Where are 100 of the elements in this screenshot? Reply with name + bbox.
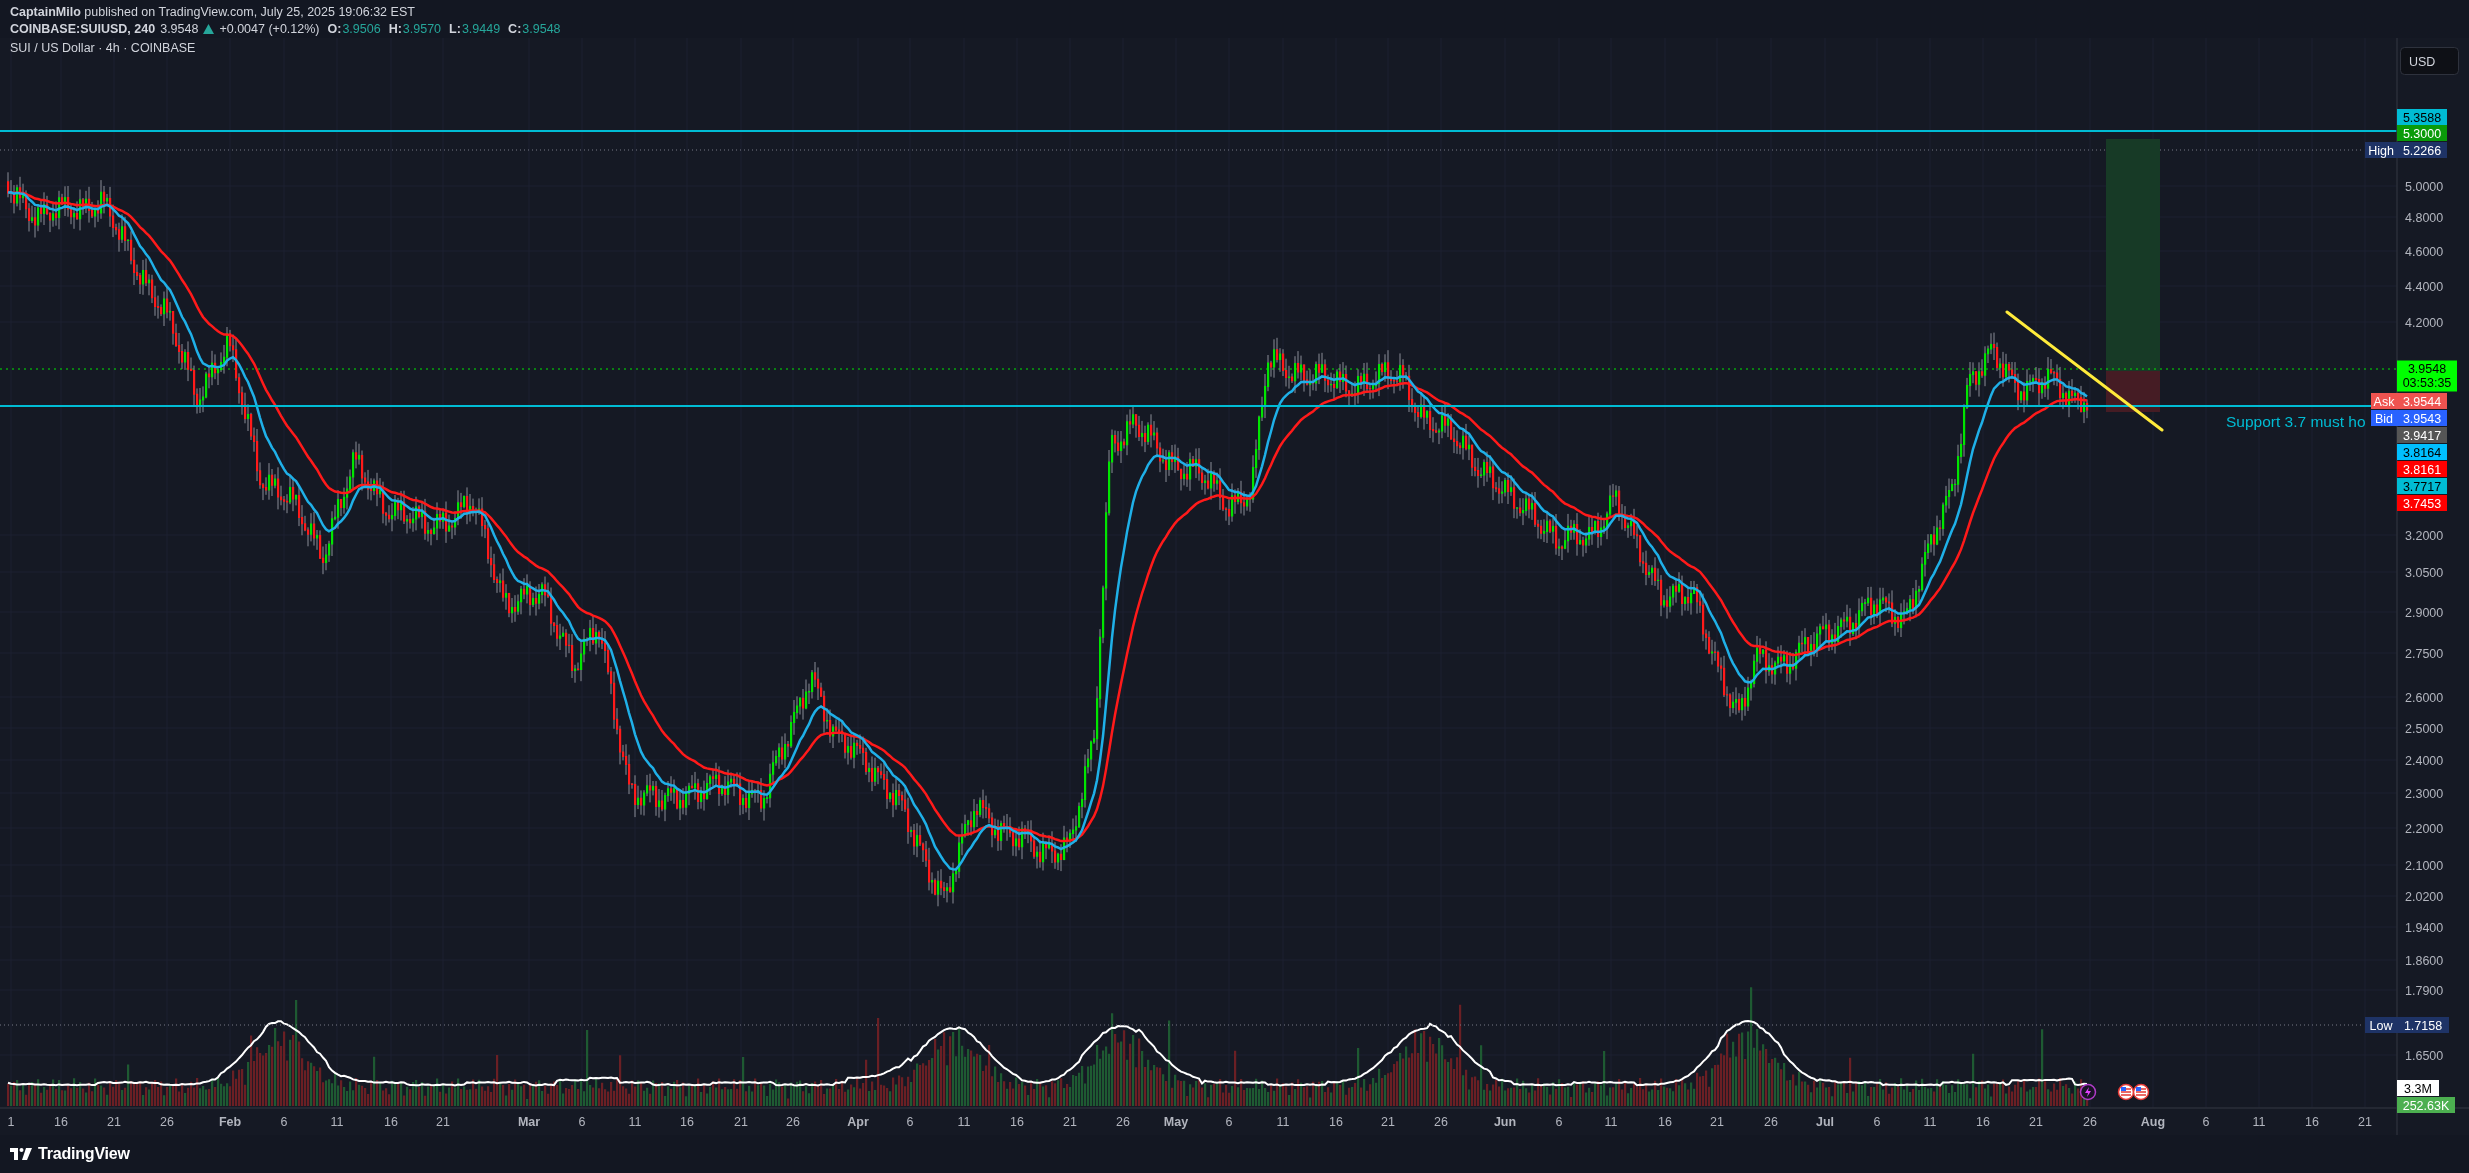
price-change: +0.0047 (+0.12%) <box>219 21 320 36</box>
price-axis-label: 5.0000 <box>2405 179 2444 194</box>
time-axis-label: 6 <box>280 1115 288 1129</box>
time-axis-label: 16 <box>680 1115 694 1129</box>
price-line-label: Ask <box>2371 393 2397 409</box>
time-axis-label: 6 <box>1555 1115 1563 1129</box>
price-tag: 5.2266 <box>2397 142 2447 158</box>
price-tag: 3.7453 <box>2397 495 2447 511</box>
price-axis-label: 2.7500 <box>2405 646 2444 661</box>
time-axis-label: 21 <box>2029 1115 2043 1129</box>
price-axis-label: 2.6000 <box>2405 690 2444 705</box>
currency-button[interactable]: USD <box>2400 47 2459 75</box>
ohlc-value: 3.9449 <box>461 21 501 36</box>
time-axis-label: 21 <box>1381 1115 1395 1129</box>
ohlc-value: 3.9570 <box>402 21 442 36</box>
price-axis-label: 2.2000 <box>2405 821 2444 836</box>
time-axis-label: 11 <box>628 1115 642 1129</box>
flag-icon[interactable] <box>2117 1083 2135 1101</box>
price-line-label: Low <box>2365 1017 2397 1033</box>
price-axis-label: 4.8000 <box>2405 210 2444 225</box>
time-axis-label: Mar <box>517 1115 541 1129</box>
time-axis-label: 26 <box>2083 1115 2097 1129</box>
price-axis-label: 4.2000 <box>2405 315 2444 330</box>
time-axis-label: Jun <box>1493 1115 1517 1129</box>
time-axis-label: 21 <box>1063 1115 1077 1129</box>
flag-icon[interactable] <box>2132 1083 2150 1101</box>
price-tag: 1.7158 <box>2397 1017 2449 1033</box>
time-axis-label: 6 <box>906 1115 914 1129</box>
time-axis-label: 6 <box>1873 1115 1881 1129</box>
price-axis-label: 2.3000 <box>2405 786 2444 801</box>
time-axis-label: 16 <box>1010 1115 1024 1129</box>
time-axis-label: 11 <box>1604 1115 1618 1129</box>
time-axis-label: Apr <box>847 1115 869 1129</box>
time-axis-label: 11 <box>1276 1115 1290 1129</box>
logo-text: TradingView <box>38 1145 130 1163</box>
price-axis-label: 2.4000 <box>2405 753 2444 768</box>
time-axis-label: 11 <box>330 1115 344 1129</box>
chart-title: SUI / US Dollar · 4h · COINBASE <box>10 41 196 55</box>
price-tag: 3.9548 03:53:35 <box>2397 360 2457 392</box>
price-tag: 3.9543 <box>2397 410 2447 426</box>
lightning-icon[interactable] <box>2079 1083 2097 1101</box>
time-axis-label: 21 <box>1710 1115 1724 1129</box>
price-tag: 3.8161 <box>2397 461 2447 477</box>
price-tag: 3.7717 <box>2397 478 2447 494</box>
last-price: 3.9548 <box>160 21 199 36</box>
time-axis-label: Jul <box>1815 1115 1835 1129</box>
price-tag: 3.9417 <box>2397 427 2447 443</box>
logo-icon <box>10 1148 32 1160</box>
price-axis-label: 2.9000 <box>2405 605 2444 620</box>
annotation-text: Support 3.7 must ho <box>2226 413 2366 430</box>
time-axis-label: 21 <box>107 1115 121 1129</box>
price-axis-label: 3.2000 <box>2405 528 2444 543</box>
time-axis-label: 16 <box>384 1115 398 1129</box>
price-axis-label: 4.6000 <box>2405 244 2444 259</box>
ohlc-label: L: <box>449 21 461 36</box>
price-axis-label: 3.0500 <box>2405 565 2444 580</box>
time-axis-label: 11 <box>1923 1115 1937 1129</box>
price-axis-label: 1.7900 <box>2405 983 2444 998</box>
time-axis-label: 6 <box>1225 1115 1233 1129</box>
price-axis-label: 4.4000 <box>2405 279 2444 294</box>
time-axis-label: 26 <box>160 1115 174 1129</box>
ohlc-value: 3.9506 <box>342 21 381 36</box>
time-axis-label: 1 <box>7 1115 15 1129</box>
symbol-label: COINBASE:SUIUSD, 240 <box>10 21 156 36</box>
price-axis-label: 2.5000 <box>2405 721 2444 736</box>
time-axis-label: 21 <box>436 1115 450 1129</box>
time-axis-label: 6 <box>2202 1115 2210 1129</box>
time-axis-label: 16 <box>1329 1115 1343 1129</box>
ohlc-label: C: <box>508 21 522 36</box>
time-axis-label: May <box>1163 1115 1189 1129</box>
time-axis-label: 26 <box>1116 1115 1130 1129</box>
time-axis-label: 11 <box>957 1115 971 1129</box>
ohlc-label: O: <box>327 21 342 36</box>
time-axis-label: Aug <box>2140 1115 2166 1129</box>
volume-tag: 252.63K <box>2397 1097 2455 1113</box>
byline-text: CaptainMilo published on TradingView.com, July 25, 2025 19:06:32 EST <box>10 4 415 19</box>
time-axis-label: 16 <box>1658 1115 1672 1129</box>
volume-tag: 3.3M <box>2397 1080 2439 1096</box>
price-axis-label: 1.6500 <box>2405 1048 2444 1063</box>
loss-zone <box>2106 371 2160 412</box>
ohlc-value: 3.9548 <box>522 21 561 36</box>
time-axis-label: 21 <box>2358 1115 2372 1129</box>
time-axis-label: 16 <box>54 1115 68 1129</box>
ohlc-label: H: <box>388 21 402 36</box>
time-axis-label: 26 <box>786 1115 800 1129</box>
time-axis-label: 6 <box>578 1115 586 1129</box>
price-axis-label: 2.0200 <box>2405 889 2444 904</box>
price-tag: 3.8164 <box>2397 444 2447 460</box>
price-tag: 5.3000 <box>2397 125 2447 141</box>
price-tag: 5.3588 <box>2397 109 2447 125</box>
time-axis-label: 16 <box>1976 1115 1990 1129</box>
price-axis-label: 1.9400 <box>2405 920 2444 935</box>
price-axis-label: 1.8600 <box>2405 953 2444 968</box>
time-axis-label: 11 <box>2252 1115 2266 1129</box>
time-axis-label: 26 <box>1764 1115 1778 1129</box>
time-axis-label: 21 <box>734 1115 748 1129</box>
price-line-label: Bid <box>2371 410 2397 426</box>
time-axis-label: 26 <box>1434 1115 1448 1129</box>
price-line-label: High <box>2365 142 2397 158</box>
time-axis-label: 16 <box>2305 1115 2319 1129</box>
